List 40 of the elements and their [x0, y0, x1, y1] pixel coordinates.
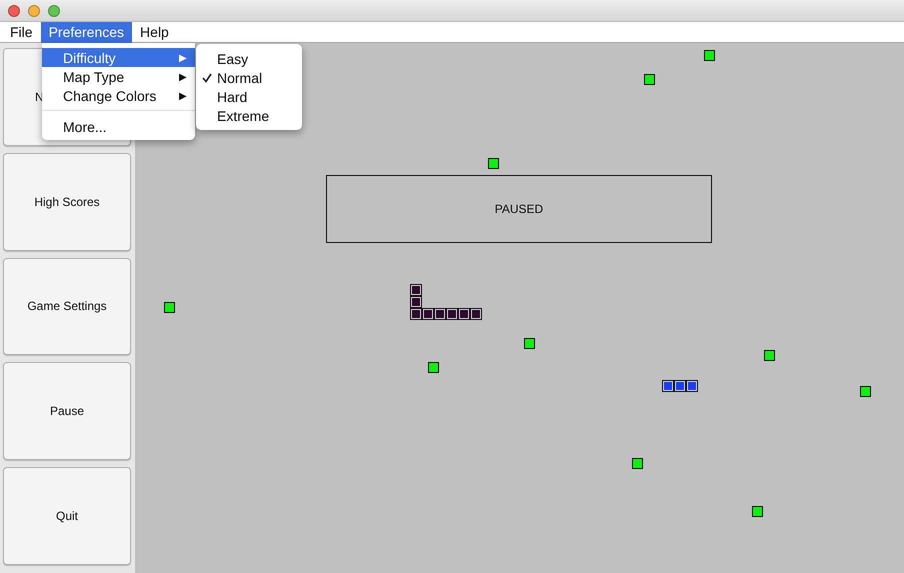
snake-segment	[410, 308, 422, 320]
sidebar-button[interactable]: Game Settings	[3, 258, 131, 356]
snake-segment	[674, 380, 686, 392]
menu-item[interactable]: File	[2, 22, 41, 42]
zoom-icon[interactable]	[48, 4, 60, 16]
snake-segment	[434, 308, 446, 320]
paused-banner: PAUSED	[326, 175, 712, 243]
food-square	[428, 362, 439, 373]
menu-option[interactable]: Difficulty ▶	[42, 48, 195, 67]
menu-option[interactable]: Change Colors ▶	[42, 86, 195, 105]
menu-option[interactable]: Map Type ▶	[42, 67, 195, 86]
food-square	[644, 74, 655, 85]
sidebar-button[interactable]: High Scores	[3, 152, 131, 251]
food-square	[752, 506, 763, 517]
food-square	[860, 386, 871, 397]
menu-item[interactable]: Help	[132, 22, 177, 42]
snake-segment	[458, 308, 470, 320]
close-icon[interactable]	[8, 4, 20, 16]
menu-option[interactable]: Extreme	[196, 106, 302, 125]
snake-segment	[662, 380, 674, 392]
food-square	[704, 50, 715, 61]
menu-option[interactable]: More...	[42, 117, 195, 136]
food-square	[524, 338, 535, 349]
food-square	[488, 158, 499, 169]
minimize-icon[interactable]	[28, 4, 40, 16]
menu-option[interactable]: Easy	[196, 49, 302, 68]
sidebar-button[interactable]: Quit	[3, 467, 131, 565]
menu-item[interactable]: Preferences	[40, 22, 132, 42]
food-square	[632, 458, 643, 469]
snake-segment	[410, 284, 422, 296]
sidebar-button[interactable]: Pause	[3, 362, 131, 460]
snake-segment	[422, 308, 434, 320]
menu-option[interactable]: Hard	[196, 87, 302, 106]
menu-option[interactable]: Normal	[196, 68, 302, 87]
snake-segment	[470, 308, 482, 320]
food-square	[164, 302, 175, 313]
snake-segment	[446, 308, 458, 320]
food-square	[764, 350, 775, 361]
snake-segment	[410, 296, 422, 308]
snake-segment	[686, 380, 698, 392]
